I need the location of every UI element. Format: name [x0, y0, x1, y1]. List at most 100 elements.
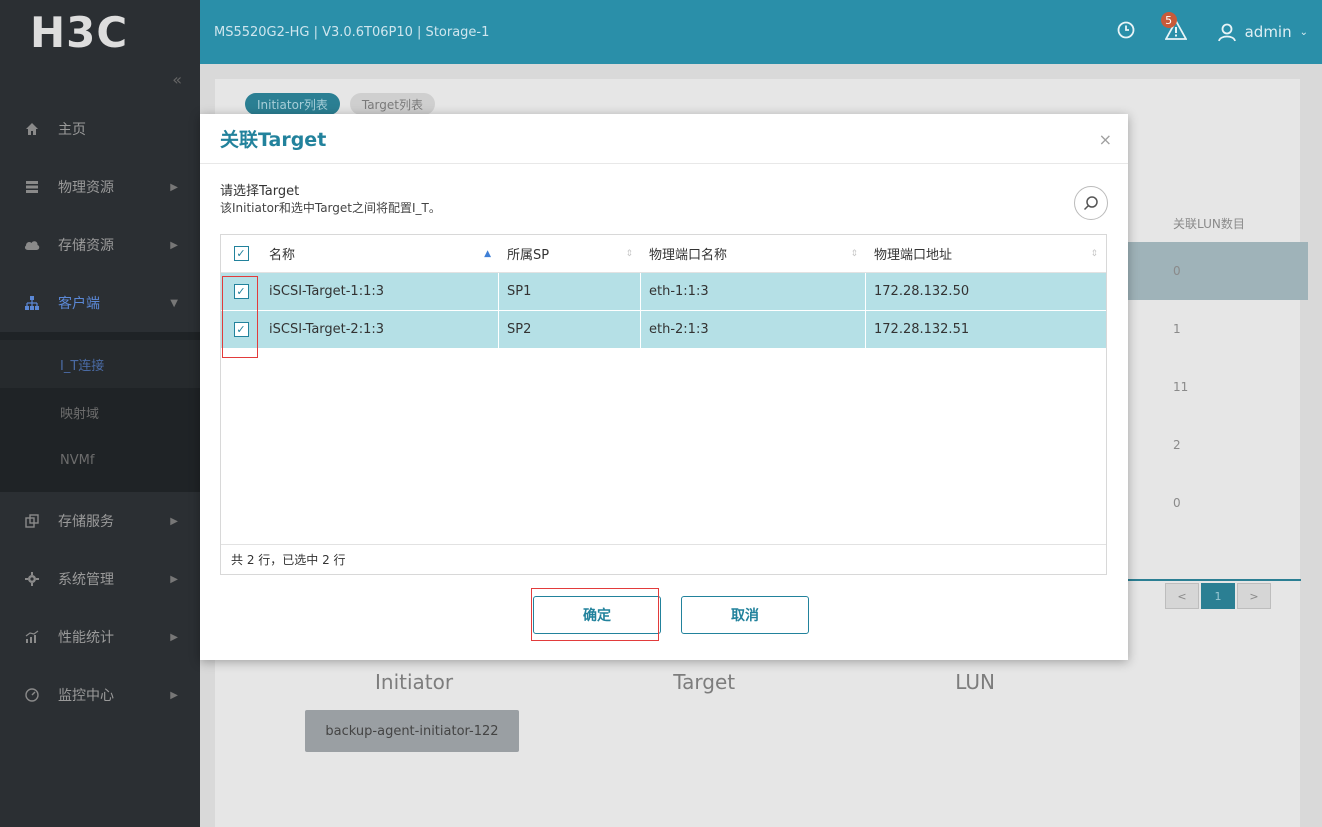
chevron-right-icon: ▶ — [170, 239, 178, 251]
logo: H3C — [30, 7, 129, 57]
alarm-button[interactable]: 5 — [1160, 12, 1188, 44]
initiator-node[interactable]: backup-agent-initiator-122 — [305, 710, 519, 752]
gear-icon — [24, 571, 40, 587]
column-header-label: 所属SP — [507, 248, 550, 263]
cell-port-address: 172.28.132.51 — [874, 322, 970, 337]
search-icon — [1083, 196, 1098, 211]
clock-icon[interactable] — [1117, 21, 1135, 43]
sidebar-item-system-management[interactable]: 系统管理 ▶ — [0, 550, 200, 608]
pagination: < 1 > — [1165, 583, 1271, 609]
dialog-title: 关联Target — [220, 129, 327, 151]
table-row[interactable]: ✓ iSCSI-Target-2:1:3 SP2 eth-2:1:3 172.2… — [221, 311, 1106, 349]
username: admin — [1244, 23, 1292, 41]
select-all-checkbox[interactable]: ✓ — [233, 246, 249, 261]
sidebar-item-label: 存储服务 — [58, 514, 114, 530]
next-page-button[interactable]: > — [1237, 583, 1271, 609]
page-number[interactable]: 1 — [1201, 583, 1235, 609]
table-cell: 1 — [1173, 322, 1181, 336]
background-table-column: 关联LUN数目 0 1 11 2 0 — [1128, 204, 1308, 532]
sidebar-item-label: 监控中心 — [58, 688, 114, 704]
table-cell: 2 — [1173, 438, 1181, 452]
cell-sp: SP2 — [499, 311, 641, 348]
cancel-button[interactable]: 取消 — [681, 596, 809, 634]
table-cell: 0 — [1128, 242, 1308, 300]
select-all-cell: ✓ — [221, 246, 261, 261]
prev-page-button[interactable]: < — [1165, 583, 1199, 609]
sidebar-nav: 主页 物理资源 ▶ 存储资源 ▶ 客户端 ▼ I_T连接 映射域 NVMf 存储… — [0, 100, 200, 724]
column-header-port-address[interactable]: 物理端口地址 ⇕ — [866, 235, 1106, 272]
cell-port-name: eth-1:1:3 — [641, 273, 866, 310]
dialog-header: 关联Target — [200, 114, 1128, 164]
top-bar: MS5520G2-HG | V3.0.6T06P10 | Storage-1 5… — [200, 0, 1322, 64]
select-target-prompt: 请选择Target — [220, 184, 300, 199]
user-icon — [1217, 23, 1236, 42]
sidebar-item-home[interactable]: 主页 — [0, 100, 200, 158]
column-header-name[interactable]: 名称 ▲ — [261, 235, 499, 272]
home-icon — [24, 121, 40, 137]
sidebar-item-label: 存储资源 — [58, 238, 114, 254]
dialog-description: 请选择Target 该Initiator和选中Target之间将配置I_T。 — [220, 184, 441, 216]
sidebar-item-storage-resources[interactable]: 存储资源 ▶ — [0, 216, 200, 274]
alarm-count-badge: 5 — [1160, 12, 1177, 28]
sidebar-item-storage-service[interactable]: 存储服务 ▶ — [0, 492, 200, 550]
table-footer: 共 2 行，已选中 2 行 — [221, 544, 1106, 574]
sidebar-subitem-mapping-domain[interactable]: 映射域 — [0, 388, 200, 436]
list-tabs: Initiator列表 Target列表 — [245, 93, 435, 115]
sidebar-item-performance-stats[interactable]: 性能统计 ▶ — [0, 608, 200, 666]
sort-icon[interactable]: ⇕ — [850, 249, 858, 259]
sort-icon[interactable]: ⇕ — [1090, 249, 1098, 259]
sidebar-item-label: 物理资源 — [58, 180, 114, 196]
sidebar-subitem-nvmf[interactable]: NVMf — [0, 436, 200, 484]
user-menu[interactable]: admin ⌄ — [1217, 22, 1308, 42]
network-tree-icon — [24, 295, 40, 311]
sidebar-item-client[interactable]: 客户端 ▼ — [0, 274, 200, 332]
chevron-right-icon: ▶ — [170, 181, 178, 193]
sidebar-item-label: 系统管理 — [58, 572, 114, 588]
diagram-title-lun: LUN — [955, 670, 995, 694]
chart-icon — [24, 629, 40, 645]
cell-port-address: 172.28.132.50 — [874, 284, 970, 299]
collapse-sidebar-icon[interactable]: « — [172, 70, 182, 89]
column-header-label: 名称 — [269, 248, 296, 263]
divider — [1128, 579, 1301, 581]
diagram-titles: Initiator Target LUN — [130, 670, 1030, 694]
cloud-icon — [24, 237, 40, 253]
sidebar-item-physical-resources[interactable]: 物理资源 ▶ — [0, 158, 200, 216]
table-row[interactable]: ✓ iSCSI-Target-1:1:3 SP1 eth-1:1:3 172.2… — [221, 273, 1106, 311]
sidebar-item-label: 主页 — [58, 122, 86, 138]
client-submenu: I_T连接 映射域 NVMf — [0, 332, 200, 492]
column-header-port-name[interactable]: 物理端口名称 ⇕ — [641, 235, 866, 272]
cell-name: iSCSI-Target-1:1:3 — [261, 273, 499, 310]
search-button[interactable] — [1074, 186, 1108, 220]
sort-asc-icon[interactable]: ▲ — [484, 249, 491, 259]
target-table: ✓ 名称 ▲ 所属SP ⇕ 物理端口名称 ⇕ 物理端口地址 ⇕ ✓ iSCSI-… — [220, 234, 1107, 575]
diagram-title-initiator: Initiator — [375, 670, 454, 694]
chevron-down-icon: ▼ — [170, 297, 178, 309]
tab-initiator-list[interactable]: Initiator列表 — [245, 93, 340, 115]
cell-port-name: eth-2:1:3 — [641, 311, 866, 348]
table-header: ✓ 名称 ▲ 所属SP ⇕ 物理端口名称 ⇕ 物理端口地址 ⇕ — [221, 235, 1106, 273]
chevron-down-icon: ⌄ — [1299, 26, 1308, 38]
dashboard-icon — [24, 687, 40, 703]
associate-target-dialog: 关联Target × 请选择Target 该Initiator和选中Target… — [200, 114, 1128, 660]
close-icon[interactable]: × — [1099, 130, 1112, 149]
chevron-right-icon: ▶ — [170, 631, 178, 643]
top-bar-actions: 5 admin ⌄ — [1117, 0, 1308, 64]
server-icon — [24, 179, 40, 195]
table-cell: 11 — [1173, 380, 1189, 394]
table-cell: 0 — [1173, 496, 1181, 510]
column-header-lun-count: 关联LUN数目 — [1173, 216, 1245, 231]
copy-icon — [24, 513, 40, 529]
sidebar-subitem-it-connection[interactable]: I_T连接 — [0, 340, 200, 388]
sort-icon[interactable]: ⇕ — [625, 249, 633, 259]
column-header-sp[interactable]: 所属SP ⇕ — [499, 235, 641, 272]
column-header-label: 物理端口名称 — [649, 248, 728, 263]
checkbox-highlight-box — [222, 276, 258, 358]
chevron-right-icon: ▶ — [170, 573, 178, 585]
sidebar-item-label: 性能统计 — [58, 630, 114, 646]
cell-name: iSCSI-Target-2:1:3 — [261, 311, 499, 348]
confirm-highlight-box — [531, 588, 659, 641]
chevron-right-icon: ▶ — [170, 515, 178, 527]
cell-sp: SP1 — [499, 273, 641, 310]
tab-target-list[interactable]: Target列表 — [349, 93, 435, 115]
